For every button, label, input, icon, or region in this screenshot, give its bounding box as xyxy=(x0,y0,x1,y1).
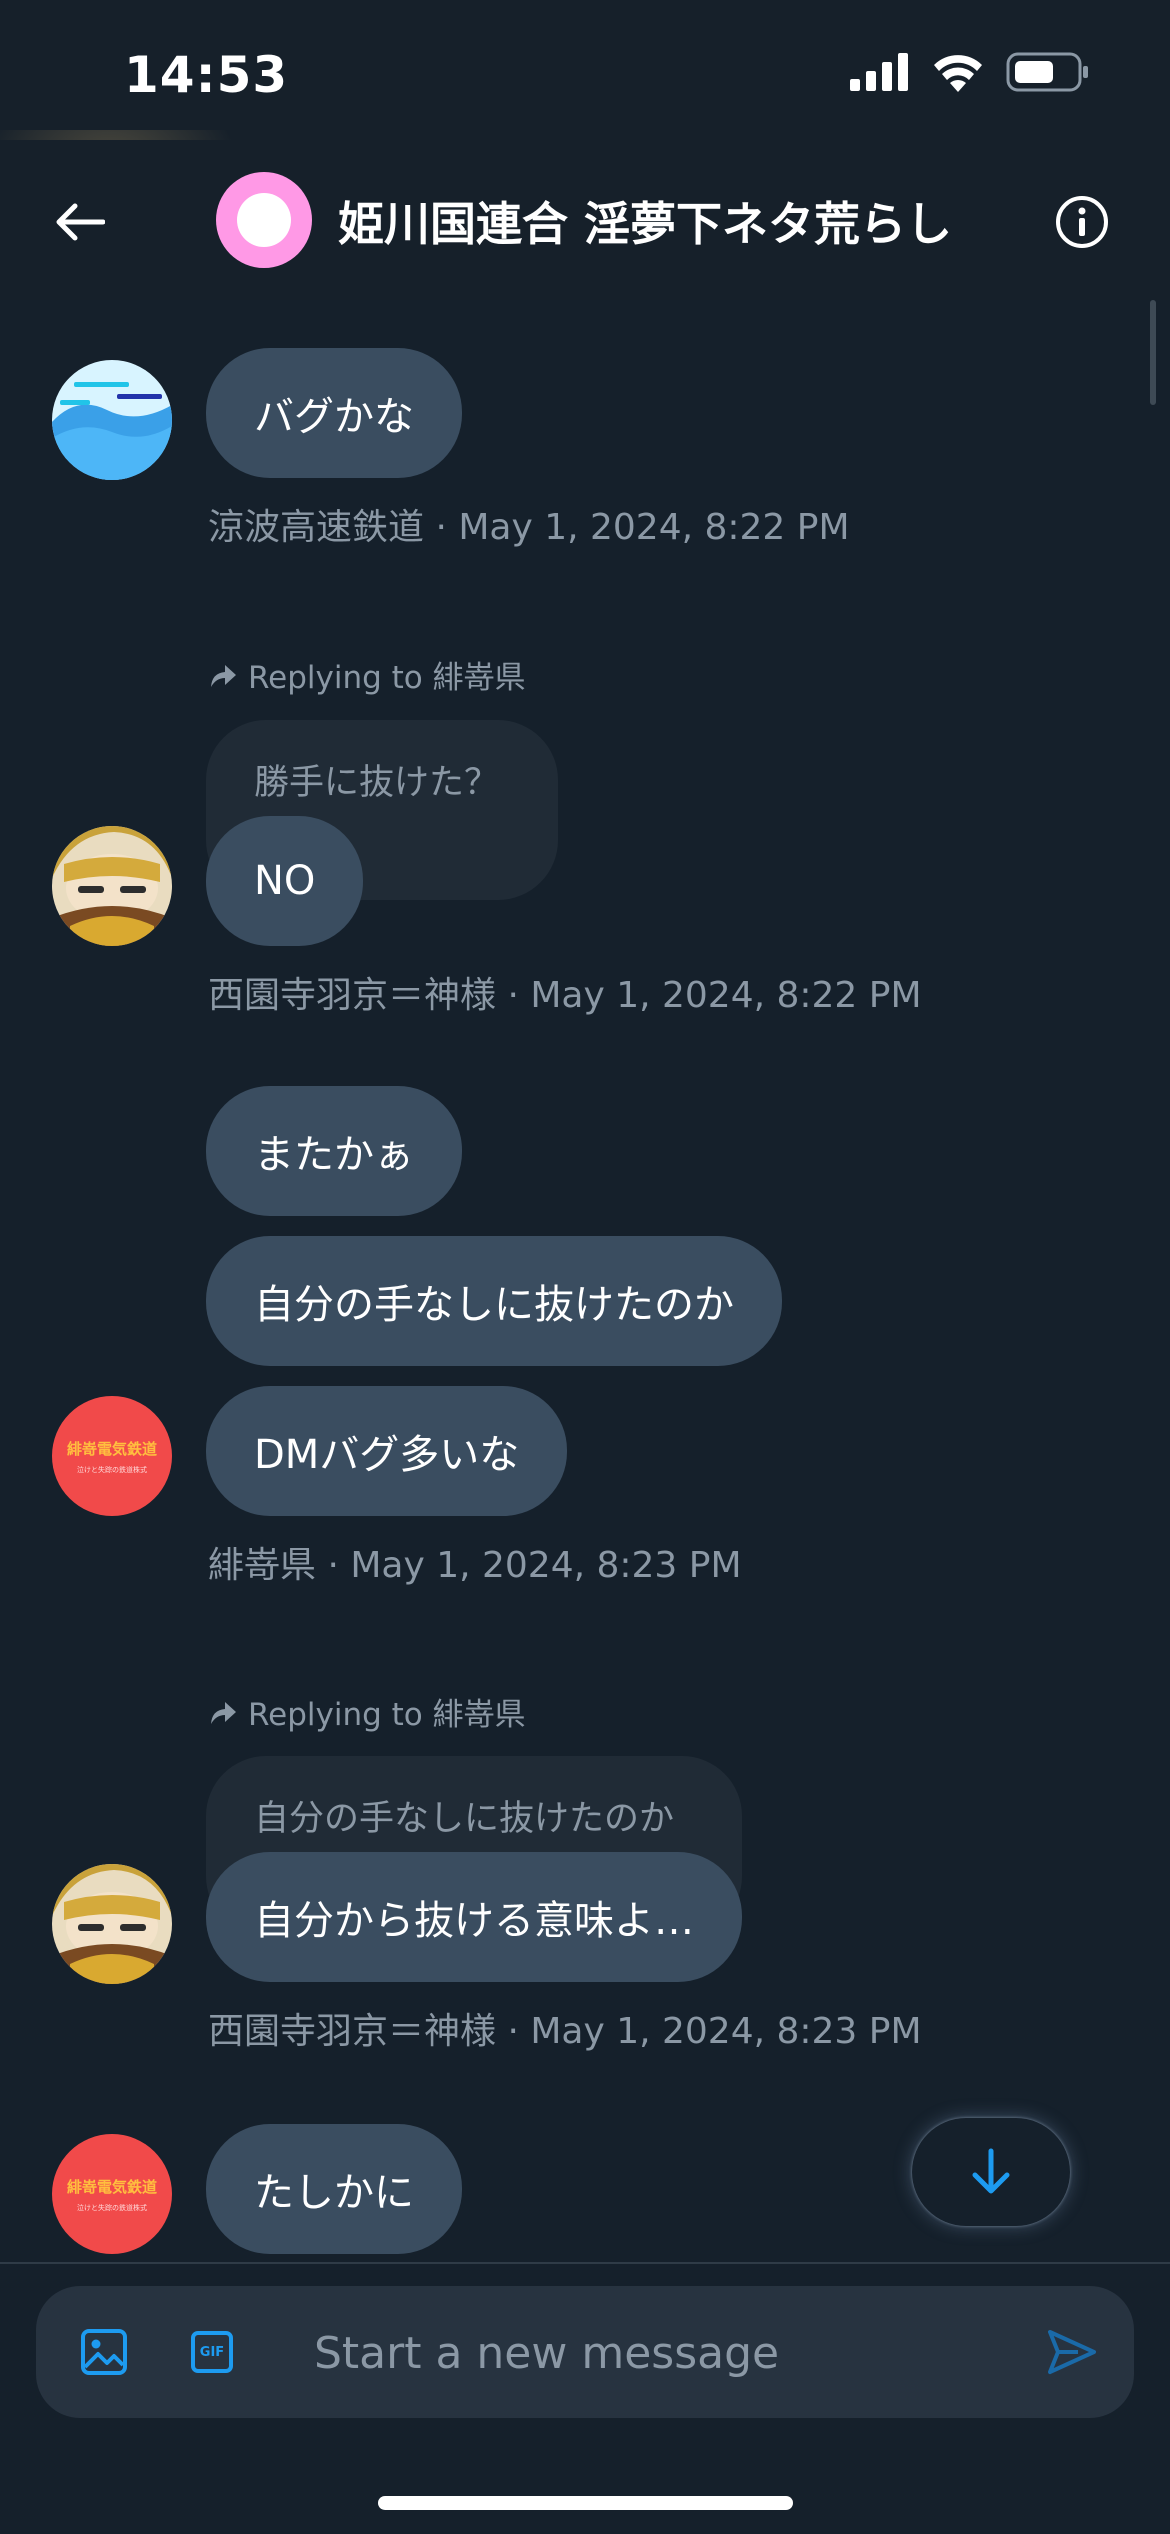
anime-avatar-image xyxy=(52,1864,172,1984)
reply-indicator: Replying to 緋嵜県 xyxy=(208,652,526,697)
message-bubble[interactable]: DMバグ多いな xyxy=(206,1386,568,1516)
avatar-saionji[interactable] xyxy=(52,1864,172,1984)
send-icon xyxy=(1048,2330,1096,2374)
avatar-hisaki[interactable]: 緋嵜電気鉄道 泣けと失踪の鉄道株式 xyxy=(52,1396,172,1516)
image-icon xyxy=(81,2329,127,2375)
status-bar: 14:53 xyxy=(0,0,1170,140)
message-input[interactable] xyxy=(312,2322,1016,2384)
arrow-down-icon xyxy=(972,2148,1010,2194)
group-avatar[interactable] xyxy=(216,172,312,268)
cellular-signal-icon xyxy=(850,53,908,91)
reply-arrow-icon xyxy=(211,1701,236,1724)
message-bubble[interactable]: NO xyxy=(206,816,364,946)
avatar-suzunami[interactable] xyxy=(52,360,172,480)
battery-icon xyxy=(1006,52,1088,92)
group-avatar-inner xyxy=(237,193,291,247)
conversation-header: 姫川国連合 淫夢下ネタ荒らし xyxy=(0,140,1170,300)
message-bubble[interactable]: 自分から抜ける意味よ… xyxy=(206,1852,742,1982)
arrow-left-icon xyxy=(56,203,105,241)
anime-avatar-image xyxy=(52,826,172,946)
composer-area: GIF xyxy=(0,2262,1170,2534)
media-button[interactable] xyxy=(76,2324,132,2380)
reply-label: Replying to 緋嵜県 xyxy=(248,1697,526,1733)
message-bubble[interactable]: またかぁ xyxy=(206,1086,462,1216)
scroll-indicator[interactable] xyxy=(1150,300,1156,405)
reply-arrow-icon xyxy=(211,664,236,687)
message-meta: 西園寺羽京＝神様 · May 1, 2024, 8:23 PM xyxy=(208,2011,922,2052)
message-bubble[interactable]: たしかに xyxy=(206,2124,462,2254)
back-button[interactable] xyxy=(50,192,110,252)
status-time: 14:53 xyxy=(124,46,289,104)
railway-logo-subtext: 泣けと失踪の鉄道株式 xyxy=(77,2203,147,2212)
gif-label: GIF xyxy=(199,2344,225,2360)
railway-logo-subtext: 泣けと失踪の鉄道株式 xyxy=(77,1465,147,1474)
reply-indicator: Replying to 緋嵜県 xyxy=(208,1689,526,1734)
wave-avatar-image xyxy=(52,360,172,480)
gif-icon: GIF xyxy=(191,2331,233,2373)
railway-logo-text: 緋嵜電気鉄道 xyxy=(66,1439,157,1458)
send-button[interactable] xyxy=(1044,2324,1100,2380)
conversation-title[interactable]: 姫川国連合 淫夢下ネタ荒らし xyxy=(338,188,952,254)
scroll-to-bottom-button[interactable] xyxy=(912,2118,1070,2226)
message-composer: GIF xyxy=(36,2286,1134,2418)
avatar-saionji[interactable] xyxy=(52,826,172,946)
status-icons xyxy=(850,52,1090,92)
railway-logo-text: 緋嵜電気鉄道 xyxy=(66,2177,157,2196)
message-bubble[interactable]: 自分の手なしに抜けたのか xyxy=(206,1236,782,1366)
wifi-icon xyxy=(934,55,982,92)
message-bubble[interactable]: バグかな xyxy=(206,348,462,478)
avatar-hisaki[interactable]: 緋嵜電気鉄道 泣けと失踪の鉄道株式 xyxy=(52,2134,172,2254)
gif-button[interactable]: GIF xyxy=(184,2324,240,2380)
message-meta: 涼波高速鉄道 · May 1, 2024, 8:22 PM xyxy=(208,507,850,548)
message-meta: 緋嵜県 · May 1, 2024, 8:23 PM xyxy=(208,1545,742,1586)
reply-label: Replying to 緋嵜県 xyxy=(248,660,526,696)
info-icon[interactable] xyxy=(1054,194,1110,250)
message-meta: 西園寺羽京＝神様 · May 1, 2024, 8:22 PM xyxy=(208,975,922,1016)
home-indicator xyxy=(378,2496,793,2510)
